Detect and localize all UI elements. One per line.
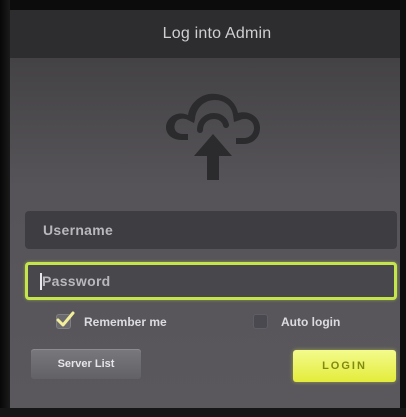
page-title: Log into Admin <box>162 25 272 42</box>
checkmark-icon <box>56 311 75 327</box>
remember-me-option[interactable]: Remember me <box>56 311 167 329</box>
username-field[interactable]: Username <box>25 211 397 249</box>
cloud-upload-icon <box>148 82 278 184</box>
remember-me-checkbox[interactable] <box>56 311 75 329</box>
screen-bezel-left <box>0 0 10 417</box>
login-button[interactable]: LOGIN <box>293 350 396 382</box>
screen-bezel-top <box>0 0 406 10</box>
username-placeholder: Username <box>43 222 114 238</box>
title-bar: Log into Admin <box>10 10 400 58</box>
password-placeholder: Password <box>42 273 111 289</box>
server-list-button[interactable]: Server List <box>31 349 141 379</box>
remember-me-label: Remember me <box>84 314 167 329</box>
password-field[interactable]: Password <box>25 262 397 300</box>
auto-login-option[interactable]: Auto login <box>253 314 340 329</box>
screen-bezel-bottom <box>0 408 406 417</box>
auto-login-label: Auto login <box>281 314 341 329</box>
screen-bezel-right <box>400 0 406 417</box>
login-screen: Log into Admin Username Password Remembe… <box>0 0 406 417</box>
auto-login-checkbox[interactable] <box>253 314 268 329</box>
